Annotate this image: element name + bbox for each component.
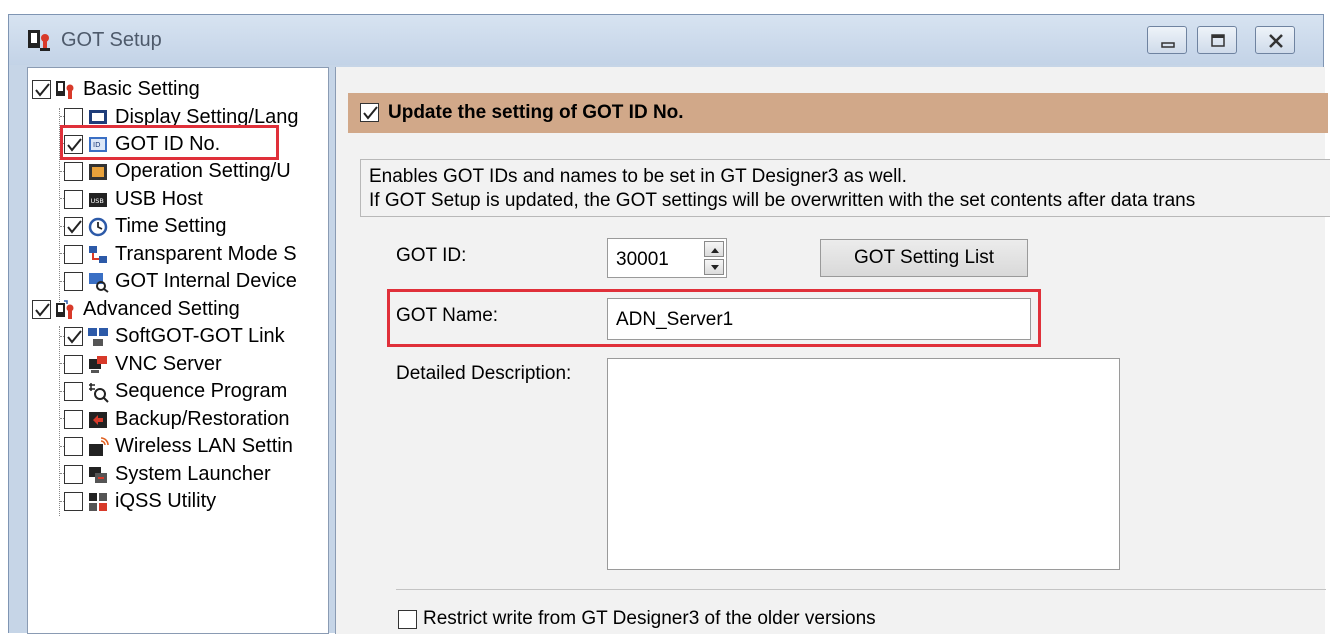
tree-group-advanced-setting[interactable]: Advanced Setting <box>32 296 240 323</box>
wireless-lan-checkbox[interactable] <box>64 437 83 456</box>
time-setting-checkbox[interactable] <box>64 217 83 236</box>
got-internal-device-checkbox[interactable] <box>64 272 83 291</box>
tree-label: Operation Setting/U <box>115 160 291 182</box>
got-id-label: GOT ID: <box>396 245 467 266</box>
tree-item-usb-host[interactable]: USB USB Host <box>64 186 203 213</box>
checkmark-icon <box>363 106 378 120</box>
tree-item-system-launcher[interactable]: System Launcher <box>64 461 271 488</box>
update-setting-label: Update the setting of GOT ID No. <box>388 102 684 123</box>
link-icon <box>88 327 108 346</box>
transparent-mode-checkbox[interactable] <box>64 245 83 264</box>
detailed-description-textarea[interactable] <box>607 358 1120 570</box>
backup-icon <box>89 411 107 428</box>
got-id-value: 30001 <box>616 249 669 270</box>
spin-up-button[interactable] <box>704 241 724 257</box>
sequence-program-checkbox[interactable] <box>64 382 83 401</box>
minimize-icon <box>1161 42 1175 48</box>
operation-icon <box>89 163 107 180</box>
advanced-setting-icon <box>56 299 74 319</box>
tree-label: SoftGOT-GOT Link <box>115 325 285 347</box>
tree-label: Backup/Restoration <box>115 408 290 430</box>
tree-label: Basic Setting <box>83 78 200 100</box>
window-title: GOT Setup <box>61 29 162 51</box>
tree-item-time-setting[interactable]: Time Setting <box>64 213 227 240</box>
tree-item-backup-restoration[interactable]: Backup/Restoration <box>64 406 290 433</box>
vnc-server-checkbox[interactable] <box>64 355 83 374</box>
softgot-got-link-checkbox[interactable] <box>64 327 83 346</box>
description-line-1: Enables GOT IDs and names to be set in G… <box>369 166 907 187</box>
spin-down-button[interactable] <box>704 259 724 275</box>
tree-label: Advanced Setting <box>83 298 240 320</box>
description-box: Enables GOT IDs and names to be set in G… <box>360 159 1330 217</box>
sequence-icon <box>89 382 109 403</box>
tree-label: System Launcher <box>115 463 271 485</box>
usb-icon: USB <box>89 192 107 207</box>
restrict-write-option[interactable]: Restrict write from GT Designer3 of the … <box>398 608 876 630</box>
wireless-icon <box>89 436 109 456</box>
tree-item-got-internal-device[interactable]: GOT Internal Device <box>64 268 297 295</box>
tree-connector <box>59 326 60 516</box>
tree-label: iQSS Utility <box>115 490 217 512</box>
minimize-button[interactable] <box>1147 26 1187 54</box>
restrict-write-label: Restrict write from GT Designer3 of the … <box>423 608 876 629</box>
got-setup-window: GOT Setup Basic Setting Display Setting/… <box>8 14 1330 634</box>
tree-label: Transparent Mode S <box>115 243 297 265</box>
got-setup-app-icon <box>28 30 50 51</box>
update-setting-checkbox[interactable] <box>360 103 379 122</box>
title-bar[interactable]: GOT Setup <box>9 15 1323 65</box>
checkmark-icon <box>67 330 82 344</box>
restore-icon <box>1211 34 1225 47</box>
operation-setting-checkbox[interactable] <box>64 162 83 181</box>
tree-label: USB Host <box>115 188 203 210</box>
utility-icon <box>89 492 107 511</box>
triangle-up-icon <box>711 248 719 253</box>
maximize-button[interactable] <box>1197 26 1237 54</box>
tree-label: Wireless LAN Settin <box>115 435 293 457</box>
checkmark-icon <box>35 303 50 317</box>
clock-icon <box>88 217 108 236</box>
tree-item-softgot-got-link[interactable]: SoftGOT-GOT Link <box>64 323 285 350</box>
triangle-down-icon <box>711 265 719 270</box>
vnc-icon <box>89 355 107 373</box>
close-button[interactable] <box>1255 26 1295 54</box>
checkmark-icon <box>35 83 50 97</box>
tree-item-operation-setting[interactable]: Operation Setting/U <box>64 158 291 185</box>
tree-label: GOT Internal Device <box>115 270 297 292</box>
launcher-icon <box>89 466 107 483</box>
got-id-stepper[interactable]: 30001 <box>607 238 727 278</box>
device-search-icon <box>89 272 109 293</box>
tree-label: Time Setting <box>115 215 227 237</box>
tree-item-transparent-mode[interactable]: Transparent Mode S <box>64 241 297 268</box>
divider <box>396 589 1326 590</box>
network-icon <box>89 245 107 263</box>
tree-label: Sequence Program <box>115 380 288 402</box>
basic-setting-checkbox[interactable] <box>32 80 51 99</box>
tree-item-vnc-server[interactable]: VNC Server <box>64 351 222 378</box>
advanced-setting-checkbox[interactable] <box>32 300 51 319</box>
tree-item-iqss-utility[interactable]: iQSS Utility <box>64 488 216 515</box>
settings-tree: Basic Setting Display Setting/Lang ID GO… <box>27 67 329 634</box>
system-launcher-checkbox[interactable] <box>64 465 83 484</box>
backup-restoration-checkbox[interactable] <box>64 410 83 429</box>
svg-text:USB: USB <box>91 197 104 205</box>
description-line-2: If GOT Setup is updated, the GOT setting… <box>369 190 1196 211</box>
highlight-box <box>60 125 279 160</box>
tree-group-basic-setting[interactable]: Basic Setting <box>32 76 200 103</box>
tree-item-wireless-lan[interactable]: Wireless LAN Settin <box>64 433 293 460</box>
detailed-description-label: Detailed Description: <box>396 363 572 384</box>
section-header: Update the setting of GOT ID No. <box>348 93 1328 133</box>
highlight-box <box>387 289 1041 347</box>
basic-setting-icon <box>56 80 74 99</box>
restrict-write-checkbox[interactable] <box>398 609 417 629</box>
usb-host-checkbox[interactable] <box>64 190 83 209</box>
tree-item-sequence-program[interactable]: Sequence Program <box>64 378 287 405</box>
close-icon <box>1269 34 1283 48</box>
iqss-utility-checkbox[interactable] <box>64 492 83 511</box>
got-setting-list-button[interactable]: GOT Setting List <box>820 239 1028 277</box>
checkmark-icon <box>67 220 82 234</box>
settings-detail-panel: Update the setting of GOT ID No. Enables… <box>335 67 1330 634</box>
tree-label: VNC Server <box>115 353 222 375</box>
